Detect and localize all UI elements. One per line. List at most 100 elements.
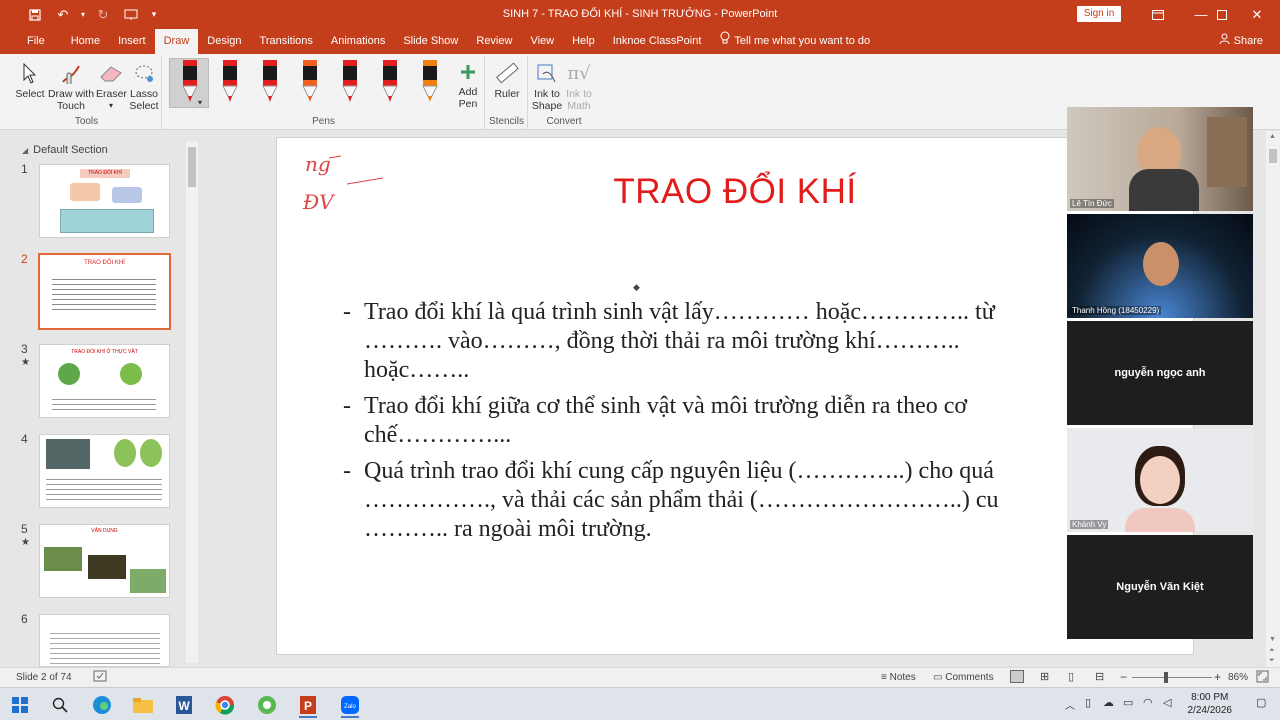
slide-thumbnail-5[interactable]: VẬN DỤNG: [39, 524, 170, 598]
slide-thumbnail-1[interactable]: TRAO ĐỔI KHÍ: [39, 164, 170, 238]
battery-icon[interactable]: ▭: [1123, 696, 1133, 709]
chrome-icon[interactable]: [208, 691, 242, 718]
zoom-level[interactable]: 86%: [1228, 672, 1248, 683]
zoom-out-icon[interactable]: −: [1120, 670, 1127, 684]
section-header[interactable]: ◢ Default Section: [22, 144, 108, 156]
notification-center-icon[interactable]: ▢: [1256, 696, 1266, 709]
eraser-dropdown-icon[interactable]: ▾: [96, 100, 126, 112]
tab-help[interactable]: Help: [563, 29, 604, 54]
select-button[interactable]: Select: [14, 60, 46, 100]
tab-design[interactable]: Design: [198, 29, 250, 54]
tab-animations[interactable]: Animations: [322, 29, 394, 54]
pen-1-icon[interactable]: [180, 60, 200, 104]
app-green-icon[interactable]: [250, 691, 284, 718]
tab-file[interactable]: File: [0, 29, 62, 54]
participant-tile-3[interactable]: nguyễn ngọc anh: [1067, 321, 1253, 425]
redo-icon[interactable]: ↻: [90, 4, 116, 26]
zoom-slider-thumb[interactable]: [1164, 672, 1169, 683]
ink-to-math-button[interactable]: π√ Ink to Math: [563, 60, 595, 113]
edge-browser-icon[interactable]: [85, 691, 119, 718]
slide-counter: Slide 2 of 74: [16, 672, 72, 683]
draw-with-touch-button[interactable]: Draw with Touch: [46, 60, 96, 112]
eraser-button[interactable]: Eraser ▾: [96, 60, 127, 112]
lasso-select-button[interactable]: Lasso Select: [126, 60, 162, 112]
maximize-icon[interactable]: [1202, 0, 1242, 29]
thumb5-photo-1: [44, 547, 82, 571]
tab-insert[interactable]: Insert: [109, 29, 155, 54]
slide-thumbnail-4[interactable]: [39, 434, 170, 508]
tell-me-search[interactable]: Tell me what you want to do: [710, 29, 870, 54]
show-hidden-icons[interactable]: ︿: [1065, 697, 1075, 712]
pen-3-icon[interactable]: [260, 60, 280, 104]
sign-in-button[interactable]: Sign in: [1077, 6, 1121, 22]
slide-body[interactable]: - Trao đổi khí là quá trình sinh vật lấy…: [343, 298, 1193, 551]
thumbnail-scroll-thumb[interactable]: [188, 147, 196, 187]
slide-canvas[interactable]: ng ĐV TRAO ĐỔI KHÍ ◆ - Trao đổi khí là q…: [277, 138, 1193, 654]
previous-slide-icon[interactable]: ⏶: [1269, 647, 1275, 655]
slide-title[interactable]: TRAO ĐỔI KHÍ: [277, 172, 1193, 212]
tab-transitions[interactable]: Transitions: [251, 29, 322, 54]
pen-dropdown-icon[interactable]: ▾: [198, 98, 202, 107]
zoom-in-icon[interactable]: +: [1214, 670, 1221, 684]
undo-icon[interactable]: ↶: [50, 4, 76, 26]
editor-scroll-thumb[interactable]: [1269, 149, 1277, 163]
zoom-slider[interactable]: [1132, 672, 1212, 683]
ribbon-tabs: File Home Insert Draw Design Transitions…: [0, 29, 1280, 54]
onedrive-icon[interactable]: ☁: [1103, 696, 1114, 709]
next-slide-icon[interactable]: ⏷: [1269, 657, 1275, 665]
thumbnail-scrollbar[interactable]: [186, 141, 198, 663]
slide-thumbnail-6[interactable]: [39, 614, 170, 667]
tab-home[interactable]: Home: [62, 29, 109, 54]
reading-view-icon[interactable]: ▯: [1068, 670, 1074, 683]
scroll-down-icon[interactable]: ▼: [1269, 636, 1276, 643]
slide-thumbnail-2[interactable]: TRAO ĐỔI KHÍ: [38, 253, 171, 330]
notes-button[interactable]: ≡ Notes: [881, 672, 916, 683]
add-pen-button[interactable]: Add Pen: [450, 58, 486, 110]
share-button[interactable]: Share: [1219, 29, 1263, 54]
pen-4-icon[interactable]: [300, 60, 320, 104]
spelling-check-icon[interactable]: [93, 670, 107, 686]
slide-show-view-icon[interactable]: ⊟: [1095, 670, 1104, 683]
tab-draw[interactable]: Draw: [154, 29, 199, 54]
pen-7-icon[interactable]: [420, 60, 440, 104]
normal-view-icon[interactable]: [1010, 670, 1024, 683]
volume-icon[interactable]: ◁: [1163, 696, 1171, 709]
file-explorer-icon[interactable]: [126, 691, 160, 718]
windows-start-icon[interactable]: [3, 691, 37, 718]
ink-to-shape-button[interactable]: Ink to Shape: [531, 60, 563, 112]
slide-thumbnail-3[interactable]: TRAO ĐỔI KHÍ Ở THỰC VẬT: [39, 344, 170, 418]
comments-button[interactable]: ▭ Comments: [933, 672, 994, 683]
pen-6-icon[interactable]: [380, 60, 400, 104]
word-icon[interactable]: W: [167, 691, 201, 718]
save-icon[interactable]: [22, 4, 48, 26]
pen-2-icon[interactable]: [220, 60, 240, 104]
close-icon[interactable]: ✕: [1237, 0, 1277, 29]
start-from-beginning-icon[interactable]: [118, 4, 144, 26]
tab-inknoe-classpoint[interactable]: Inknoe ClassPoint: [604, 29, 711, 54]
ribbon-display-options-icon[interactable]: [1138, 0, 1178, 29]
scroll-up-icon[interactable]: ▲: [1269, 133, 1276, 140]
powerpoint-icon[interactable]: P: [291, 691, 325, 718]
system-clock[interactable]: 8:00 PM 2/24/2026: [1188, 691, 1233, 717]
lightbulb-icon: [720, 29, 730, 54]
customize-qat-icon[interactable]: ▾: [146, 4, 162, 26]
tab-slide-show[interactable]: Slide Show: [394, 29, 467, 54]
wifi-icon[interactable]: ◠: [1143, 696, 1153, 709]
participant-tile-4[interactable]: Khánh Vy: [1067, 428, 1253, 532]
svg-text:W: W: [178, 699, 190, 713]
tab-review[interactable]: Review: [467, 29, 521, 54]
participant-tile-1[interactable]: Lê Tín Đức: [1067, 107, 1253, 211]
phone-link-icon[interactable]: ▯: [1085, 696, 1091, 709]
undo-dropdown-icon[interactable]: ▾: [78, 4, 88, 26]
ruler-button[interactable]: Ruler: [488, 60, 526, 100]
participant-tile-5[interactable]: Nguyễn Văn Kiệt: [1067, 535, 1253, 639]
participant-tile-2[interactable]: Thanh Hồng (18450229): [1067, 214, 1253, 318]
editor-scrollbar[interactable]: ▲ ▼ ⏶ ⏷: [1266, 131, 1280, 667]
zalo-icon[interactable]: Zalo: [333, 691, 367, 718]
search-icon[interactable]: [43, 691, 77, 718]
tab-view[interactable]: View: [521, 29, 563, 54]
pen-5-icon[interactable]: [340, 60, 360, 104]
slide-sorter-icon[interactable]: ⊞: [1040, 670, 1049, 683]
draw-with-touch-label-1: Draw with: [47, 88, 95, 100]
fit-to-window-icon[interactable]: [1256, 670, 1269, 686]
